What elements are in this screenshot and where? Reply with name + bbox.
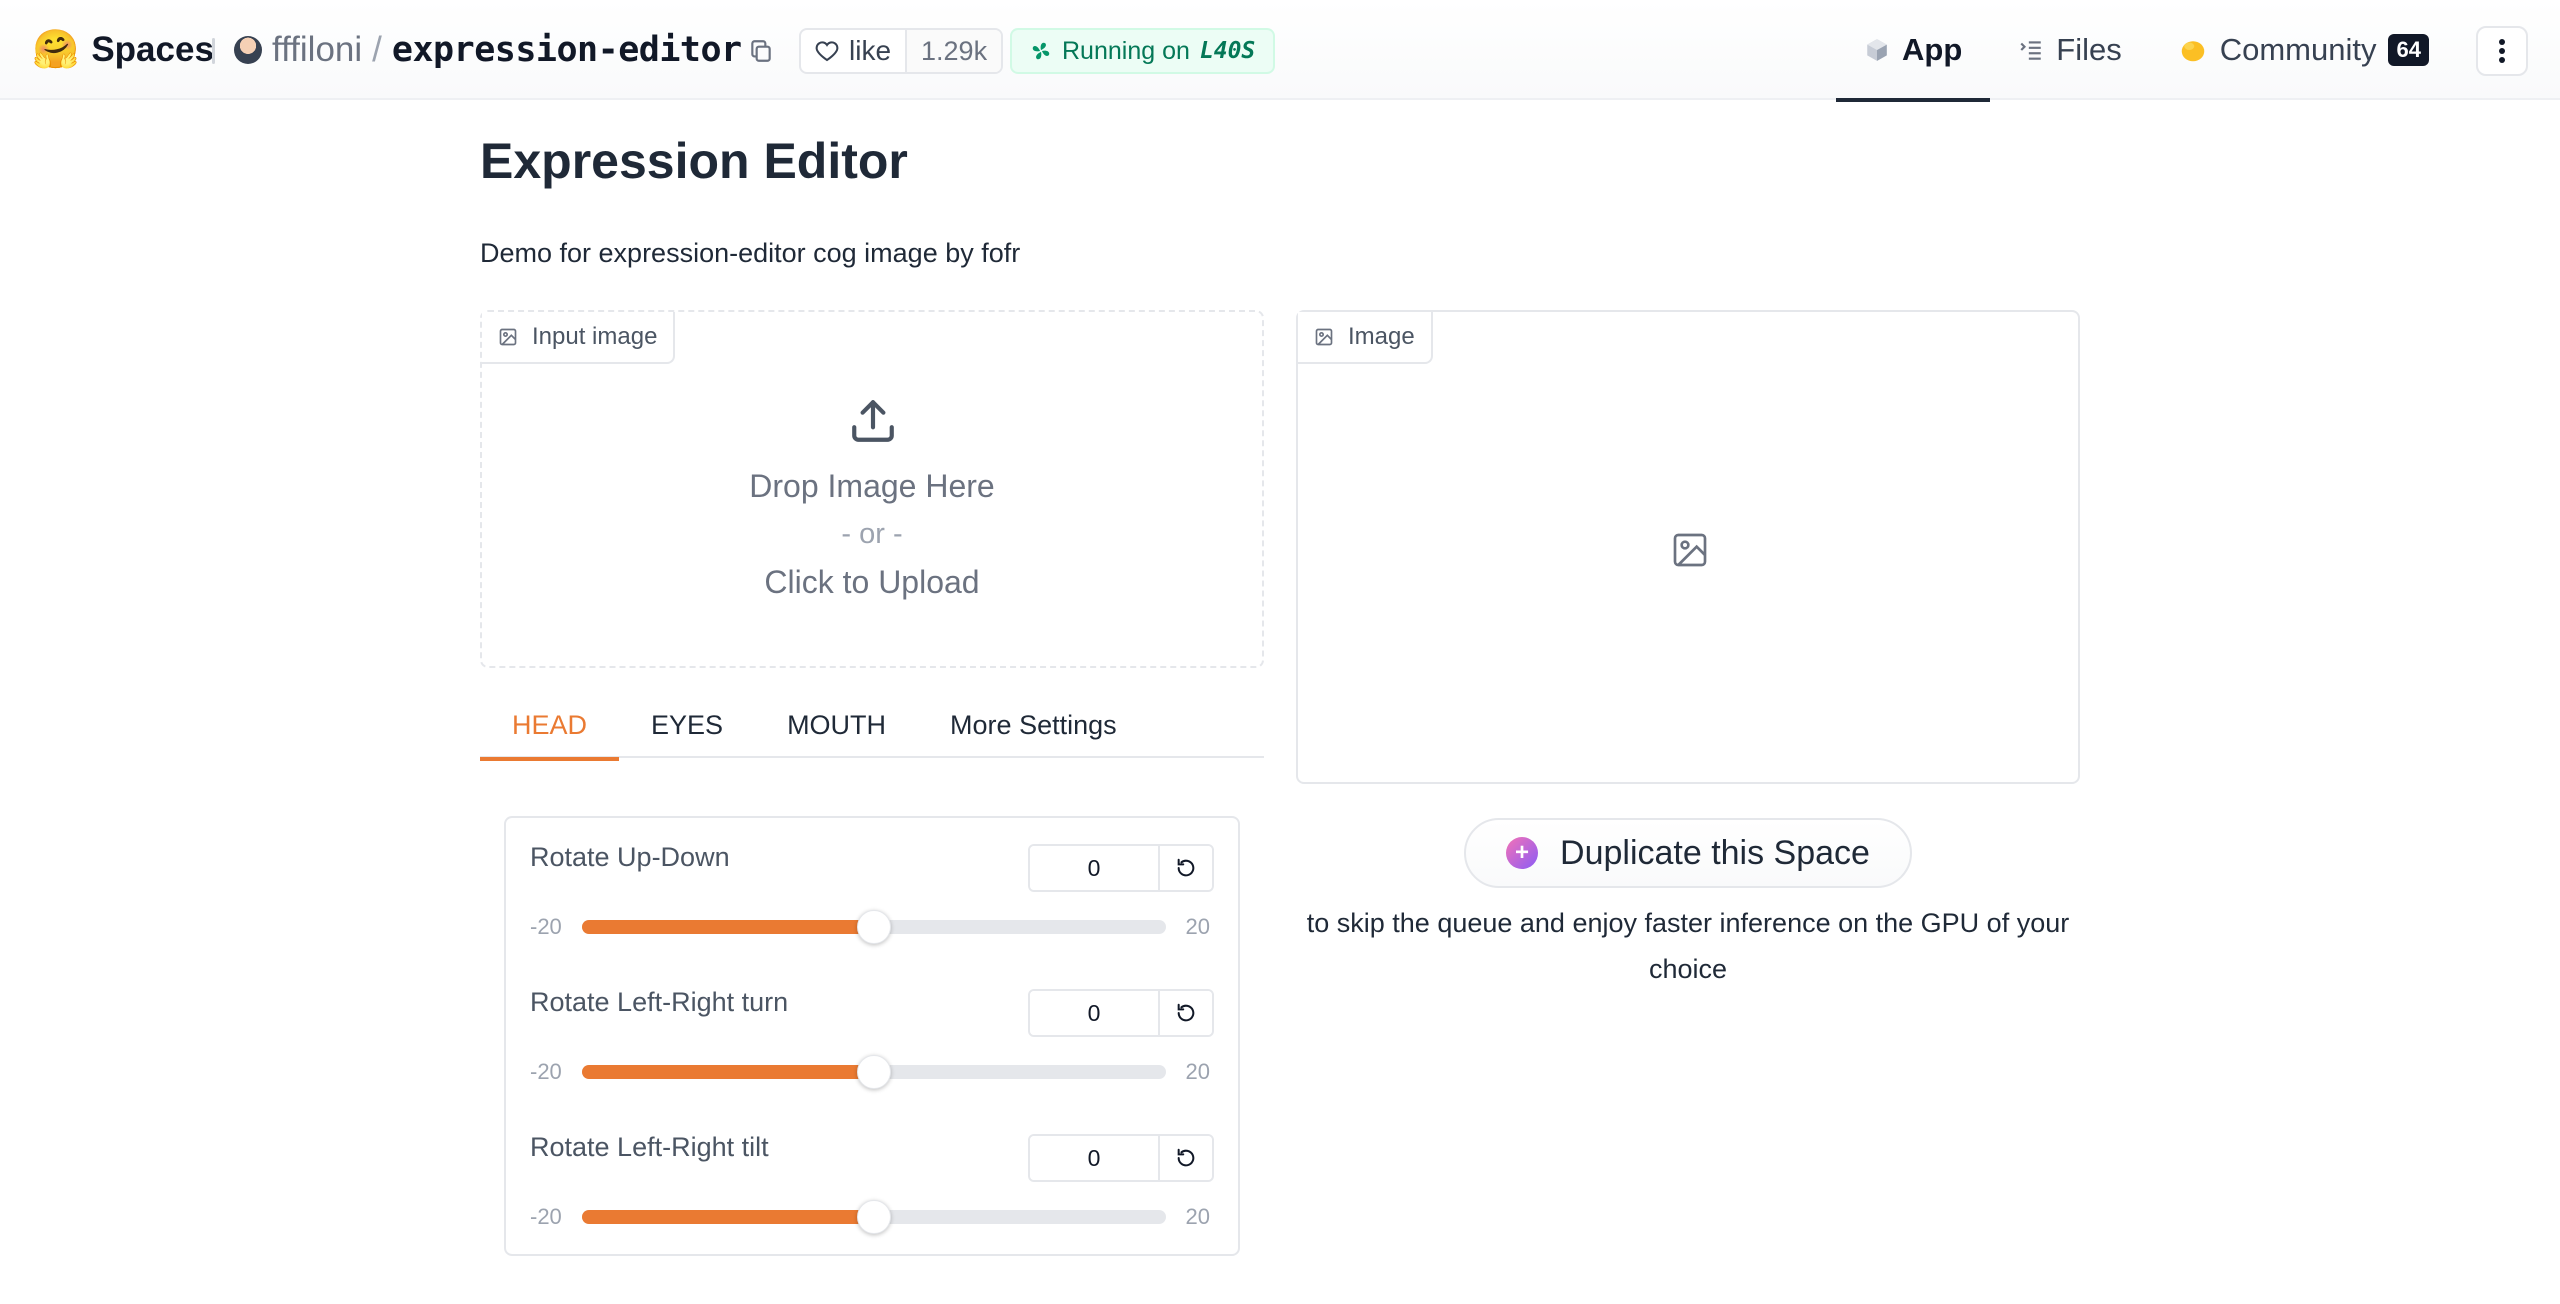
slider-thumb[interactable] — [857, 910, 891, 944]
tab-app-label: App — [1902, 32, 1963, 67]
slider-value-input[interactable] — [1030, 846, 1160, 890]
slider-label: Rotate Up-Down — [530, 842, 730, 872]
tab-files[interactable]: Files — [1990, 0, 2149, 100]
reset-button[interactable] — [1160, 991, 1212, 1035]
heart-icon — [815, 41, 839, 62]
repo-breadcrumb: fffiloni / expression-editor — [234, 26, 742, 74]
slider-track[interactable] — [582, 910, 1166, 944]
tab-community-label: Community — [2219, 32, 2377, 67]
slider-rotate-left-right-turn: Rotate Left-Right turn -20 20 — [506, 963, 1238, 1108]
slider-min-label: -20 — [530, 914, 562, 939]
slider-fill — [582, 920, 874, 934]
copy-icon[interactable] — [748, 38, 774, 64]
tab-community[interactable]: Community 64 — [2150, 0, 2457, 100]
reset-icon — [1177, 1148, 1195, 1167]
nav-separator — [212, 38, 215, 64]
like-button[interactable]: like — [801, 30, 908, 72]
image-icon — [1315, 328, 1333, 346]
input-image-label-text: Input image — [532, 323, 658, 350]
owner-link[interactable]: fffiloni — [272, 30, 362, 70]
slider-rotate-left-right-tilt: Rotate Left-Right tilt -20 20 — [506, 1108, 1238, 1253]
slider-value-input[interactable] — [1030, 991, 1160, 1035]
slider-thumb[interactable] — [857, 1055, 891, 1089]
slider-label: Rotate Left-Right turn — [530, 987, 789, 1017]
slider-label: Rotate Left-Right tilt — [530, 1132, 769, 1162]
duplicate-space-label: Duplicate this Space — [1560, 833, 1870, 872]
reset-button[interactable] — [1160, 1136, 1212, 1180]
top-nav-bar: 🤗 Spaces fffiloni / expression-editor li… — [0, 0, 2560, 102]
community-count-badge: 64 — [2388, 34, 2429, 66]
tab-app[interactable]: App — [1836, 0, 1991, 102]
settings-tabs: HEAD EYES MOUTH More Settings — [480, 704, 1264, 761]
image-icon — [499, 328, 517, 346]
slider-track[interactable] — [582, 1055, 1166, 1089]
slider-rotate-up-down: Rotate Up-Down -20 20 — [506, 818, 1238, 963]
slider-fill — [582, 1210, 874, 1224]
slider-max-label: 20 — [1185, 914, 1210, 939]
slider-fill — [582, 1065, 874, 1079]
spaces-home-link[interactable]: 🤗 Spaces — [32, 28, 214, 72]
duplicate-plus-icon: + — [1506, 837, 1539, 869]
files-icon — [2020, 41, 2042, 60]
tab-eyes[interactable]: EYES — [619, 704, 755, 758]
duplicate-space-button[interactable]: + Duplicate this Space — [1464, 818, 1912, 888]
hugging-face-icon: 🤗 — [32, 29, 80, 71]
reset-button[interactable] — [1160, 846, 1212, 890]
slider-min-label: -20 — [530, 1059, 562, 1084]
tab-head[interactable]: HEAD — [480, 704, 620, 761]
input-image-dropzone[interactable]: Input image Drop Image Here - or - Click… — [480, 310, 1264, 668]
like-widget: like 1.29k — [799, 28, 1004, 74]
slider-min-label: -20 — [530, 1204, 562, 1229]
breadcrumb-separator: / — [372, 30, 382, 69]
page-title: Expression Editor — [480, 133, 908, 189]
reset-icon — [1177, 858, 1195, 877]
duplicate-space-subtitle: to skip the queue and enjoy faster infer… — [1306, 908, 2070, 984]
slider-max-label: 20 — [1185, 1204, 1210, 1229]
status-hardware: L40S — [1199, 38, 1256, 64]
owner-avatar[interactable] — [234, 36, 262, 64]
or-separator: - or - — [841, 518, 903, 550]
slider-value-input[interactable] — [1030, 1136, 1160, 1180]
repo-name-link[interactable]: expression-editor — [392, 30, 742, 70]
page-description: Demo for expression-editor cog image by … — [480, 238, 1021, 268]
tab-mouth[interactable]: MOUTH — [755, 704, 918, 758]
slider-number-group — [1028, 1134, 1214, 1182]
fan-icon — [1032, 42, 1050, 60]
slider-number-group — [1028, 844, 1214, 892]
like-label: like — [849, 35, 892, 66]
reset-icon — [1177, 1003, 1195, 1022]
output-image-label: Image — [1298, 312, 1433, 364]
input-image-label: Input image — [482, 312, 676, 364]
head-sliders-panel: Rotate Up-Down -20 20 Rotate Left-Right … — [504, 816, 1240, 1256]
click-to-upload-text: Click to Upload — [764, 564, 980, 600]
brand-label: Spaces — [91, 30, 214, 69]
status-prefix: Running on — [1062, 36, 1190, 65]
space-nav-tabs: App Files Community 64 — [1836, 0, 2457, 102]
community-icon — [2181, 41, 2204, 62]
kebab-menu-icon — [2499, 39, 2505, 63]
drop-image-text: Drop Image Here — [749, 468, 995, 504]
slider-max-label: 20 — [1185, 1059, 1210, 1084]
tab-files-label: Files — [2056, 32, 2122, 67]
upload-icon — [852, 400, 894, 442]
slider-number-group — [1028, 989, 1214, 1037]
output-image-label-text: Image — [1348, 323, 1415, 350]
more-options-button[interactable] — [2476, 26, 2528, 76]
slider-track[interactable] — [582, 1200, 1166, 1234]
output-image-panel: Image — [1296, 310, 2080, 784]
like-count[interactable]: 1.29k — [907, 30, 1002, 72]
image-placeholder-icon — [1673, 533, 1707, 567]
runtime-status-badge[interactable]: Running on L40S — [1010, 28, 1276, 74]
cube-icon — [1867, 39, 1887, 61]
tab-more-settings[interactable]: More Settings — [918, 704, 1149, 758]
slider-thumb[interactable] — [857, 1200, 891, 1234]
